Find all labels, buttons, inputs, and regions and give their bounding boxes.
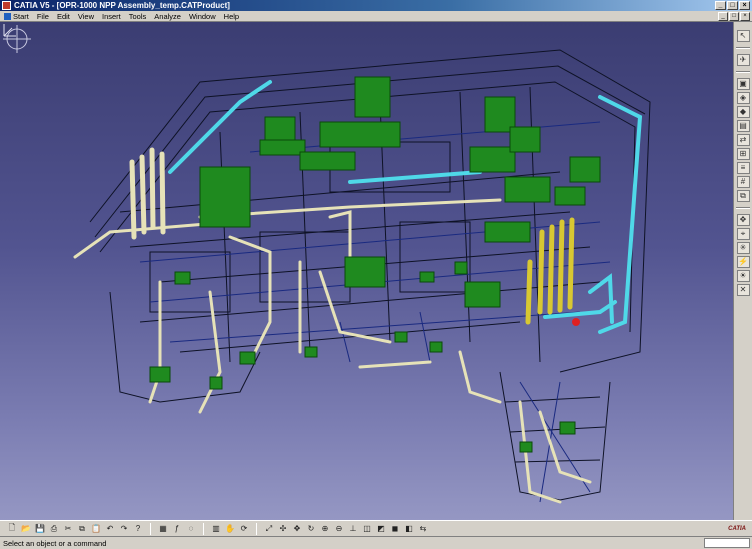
toolbar-separator xyxy=(736,47,750,49)
document-controls: _ □ × xyxy=(718,11,750,21)
graph-tree-icon[interactable]: ⊞ xyxy=(736,148,750,160)
hide-show-icon[interactable]: ◧ xyxy=(403,523,415,535)
replace-icon[interactable]: ⇄ xyxy=(736,134,750,146)
menu-start[interactable]: Start xyxy=(0,12,33,21)
create-multi-view-icon[interactable]: ◫ xyxy=(361,523,373,535)
part-icon[interactable]: ◆ xyxy=(736,106,750,118)
bottom-toolbar: 🗋 📂 💾 ⎙ ✂ ⧉ 📋 ↶ ↷ ? ▦ ƒ ◌ ▥ ✋ ⟳ ⤢ ✣ ✥ ↻ … xyxy=(0,520,752,536)
menu-edit[interactable]: Edit xyxy=(53,12,74,21)
fit-all-icon[interactable]: ⤢ xyxy=(263,523,275,535)
3d-viewport[interactable] xyxy=(0,22,733,520)
maximize-button[interactable]: □ xyxy=(727,1,738,10)
swap-space-icon[interactable]: ⇆ xyxy=(417,523,429,535)
yellow-stack-pipes xyxy=(525,217,575,325)
explode-icon[interactable]: ✳ xyxy=(736,242,750,254)
open-icon[interactable]: 📂 xyxy=(20,523,32,535)
chat-icon[interactable]: ◌ xyxy=(185,523,197,535)
print-icon[interactable]: ⎙ xyxy=(48,523,60,535)
minimize-button[interactable]: _ xyxy=(715,1,726,10)
redo-icon[interactable]: ↷ xyxy=(118,523,130,535)
status-bar: Select an object or a command xyxy=(0,536,752,549)
menu-file[interactable]: File xyxy=(33,12,53,21)
component-icon[interactable]: ◈ xyxy=(736,92,750,104)
close-button[interactable]: × xyxy=(739,1,750,10)
catalog-icon[interactable]: ▦ xyxy=(157,523,169,535)
pan-view-icon[interactable]: ✥ xyxy=(291,523,303,535)
window-title: CATIA V5 - [OPR-1000 NPP Assembly_temp.C… xyxy=(14,1,230,10)
toolbar-separator xyxy=(736,207,750,209)
multi-instantiate-icon[interactable]: ⧉ xyxy=(736,190,750,202)
toolbar-separator xyxy=(736,71,750,73)
window-controls: _ □ × xyxy=(715,1,750,10)
doc-close-button[interactable]: × xyxy=(740,11,750,21)
equipment-blocks xyxy=(149,76,601,453)
manipulate-icon[interactable]: ✥ xyxy=(736,214,750,226)
catia-logo: CATIA xyxy=(728,525,746,532)
menu-tools[interactable]: Tools xyxy=(125,12,151,21)
numbering-icon[interactable]: # xyxy=(736,176,750,188)
selected-component-marker[interactable] xyxy=(572,318,580,326)
menu-start-label: Start xyxy=(13,11,29,21)
zoom-out-icon[interactable]: ⊖ xyxy=(333,523,345,535)
toolbar-separator xyxy=(203,522,204,535)
product-icon[interactable]: ▣ xyxy=(736,78,750,90)
normal-view-icon[interactable]: ⊥ xyxy=(347,523,359,535)
catia-app-icon xyxy=(2,1,11,10)
menu-insert[interactable]: Insert xyxy=(98,12,125,21)
plant-assembly-model xyxy=(73,49,651,504)
doc-minimize-button[interactable]: _ xyxy=(718,11,728,21)
toolbar-separator xyxy=(256,522,257,535)
right-toolbar: ↖ ✈ ▣ ◈ ◆ ▤ ⇄ ⊞ ≡ # ⧉ ✥ ⌖ ✳ ⚡ ☀ ✕ xyxy=(733,22,752,520)
paste-icon[interactable]: 📋 xyxy=(90,523,102,535)
clash-icon[interactable]: ⚡ xyxy=(736,256,750,268)
menu-view[interactable]: View xyxy=(74,12,98,21)
menu-bar: Start File Edit View Insert Tools Analyz… xyxy=(0,11,752,22)
save-icon[interactable]: 💾 xyxy=(34,523,46,535)
existing-component-icon[interactable]: ▤ xyxy=(736,120,750,132)
axis-triad-icon xyxy=(3,24,16,37)
title-bar: CATIA V5 - [OPR-1000 NPP Assembly_temp.C… xyxy=(0,0,752,11)
light-icon[interactable]: ☀ xyxy=(736,270,750,282)
iso-view-icon[interactable]: ◩ xyxy=(375,523,387,535)
toolbar-separator xyxy=(150,522,151,535)
status-message: Select an object or a command xyxy=(3,538,107,548)
reorder-icon[interactable]: ≡ xyxy=(736,162,750,174)
rotate-icon[interactable]: ⟳ xyxy=(238,523,250,535)
doc-restore-button[interactable]: □ xyxy=(729,11,739,21)
fly-icon[interactable]: ✈ xyxy=(736,54,750,66)
catia-window: CATIA V5 - [OPR-1000 NPP Assembly_temp.C… xyxy=(0,0,752,549)
copy-icon[interactable]: ⧉ xyxy=(76,523,88,535)
command-input[interactable] xyxy=(704,538,750,548)
snap-icon[interactable]: ⌖ xyxy=(736,228,750,240)
zoom-in-icon[interactable]: ⊕ xyxy=(319,523,331,535)
whats-this-icon[interactable]: ? xyxy=(132,523,144,535)
fly-mode-icon[interactable]: ▥ xyxy=(210,523,222,535)
undo-icon[interactable]: ↶ xyxy=(104,523,116,535)
formula-icon[interactable]: ƒ xyxy=(171,523,183,535)
menu-analyze[interactable]: Analyze xyxy=(150,12,185,21)
shading-icon[interactable]: ◼ xyxy=(389,523,401,535)
delete-icon[interactable]: ✕ xyxy=(736,284,750,296)
select-icon[interactable]: ↖ xyxy=(736,30,750,42)
menu-help[interactable]: Help xyxy=(220,12,243,21)
start-icon xyxy=(4,12,11,20)
new-icon[interactable]: 🗋 xyxy=(6,523,18,535)
fit-all-in-icon[interactable]: ✣ xyxy=(277,523,289,535)
cut-icon[interactable]: ✂ xyxy=(62,523,74,535)
pan-icon[interactable]: ✋ xyxy=(224,523,236,535)
menu-window[interactable]: Window xyxy=(185,12,220,21)
rotate-view-icon[interactable]: ↻ xyxy=(305,523,317,535)
